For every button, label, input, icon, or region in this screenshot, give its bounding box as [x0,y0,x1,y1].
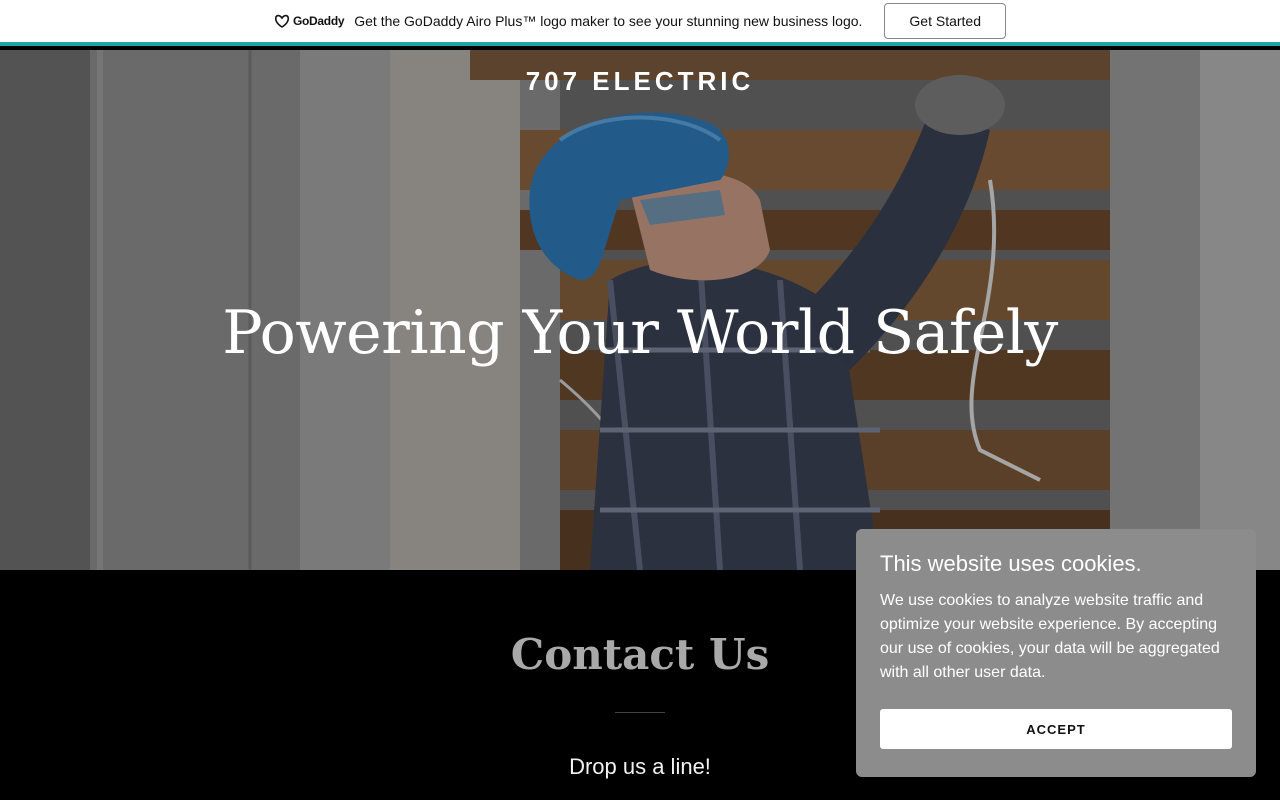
cookie-banner: This website uses cookies. We use cookie… [856,529,1256,777]
contact-divider [615,712,665,713]
cookie-body: We use cookies to analyze website traffi… [880,592,1220,681]
hero-title: Powering Your World Safely [222,298,1058,368]
cookie-title: This website uses cookies. [880,551,1142,576]
promo-content: GoDaddy Get the GoDaddy Airo Plus™ logo … [274,3,1006,39]
promo-message: Get the GoDaddy Airo Plus™ logo maker to… [354,13,863,29]
godaddy-logo-text: GoDaddy [292,14,345,28]
promo-bar: GoDaddy Get the GoDaddy Airo Plus™ logo … [0,0,1280,46]
godaddy-logo-icon [274,14,290,28]
accept-cookies-button[interactable]: ACCEPT [880,709,1232,749]
get-started-button[interactable]: Get Started [884,3,1006,39]
site-brand[interactable]: 707 ELECTRIC [0,66,1280,97]
hero-section: 707 ELECTRIC Powering Your World Safely [0,50,1280,570]
godaddy-logo: GoDaddy [274,14,345,28]
